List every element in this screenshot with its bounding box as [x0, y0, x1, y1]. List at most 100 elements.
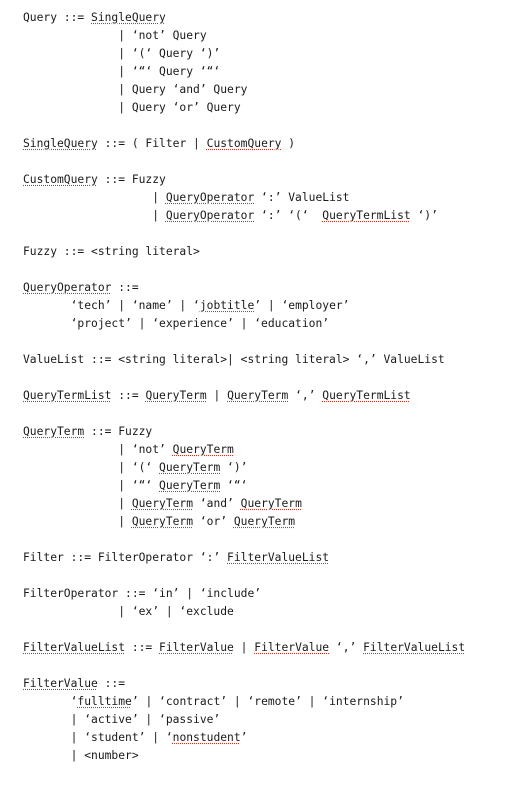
grammar-text: Filter ::= FilterOperator ‘:’ — [23, 551, 228, 564]
grammar-text: | ‘(‘ — [23, 461, 160, 474]
spellcheck-word: CustomQuery — [206, 137, 282, 150]
grammar-text: | — [23, 191, 166, 204]
grammar-line: | QueryOperator ‘:’ ValueList — [23, 189, 465, 207]
grammar-line: FilterValueList ::= FilterValue | Filter… — [23, 639, 465, 657]
grammar-text: | — [23, 515, 132, 528]
grammar-line: ‘project’ | ‘experience’ | ‘education’ — [23, 315, 465, 333]
grammar-line: | ‘not’ QueryTerm — [23, 441, 465, 459]
grammar-text: | — [23, 209, 166, 222]
grammar-text: Fuzzy ::= <string literal> — [23, 245, 200, 258]
spellcheck-word: QueryTerm — [131, 515, 194, 528]
grammar-text: ‘or’ — [193, 515, 234, 528]
grammar-line: ‘tech’ | ‘name’ | ‘jobtitle’ | ‘employer… — [23, 297, 465, 315]
spellcheck-word: nonstudent — [172, 731, 241, 744]
grammar-line: | ‘(‘ Query ‘)’ — [23, 45, 465, 63]
spellcheck-word: QueryOperator — [165, 209, 255, 222]
grammar-line: Query ::= SingleQuery — [23, 9, 465, 27]
grammar-text: ‘and’ — [193, 497, 241, 510]
grammar-line: | ‘(‘ QueryTerm ‘)’ — [23, 459, 465, 477]
grammar-text: | ‘“‘ — [23, 479, 160, 492]
grammar-text: | ‘“‘ Query ‘“‘ — [23, 65, 221, 78]
spellcheck-word: QueryTerm — [131, 497, 194, 510]
grammar-line: | ‘active’ | ‘passive’ — [23, 711, 465, 729]
grammar-line: ‘fulltime’ | ‘contract’ | ‘remote’ | ‘in… — [23, 693, 465, 711]
grammar-line: QueryTermList ::= QueryTerm | QueryTerm … — [23, 387, 465, 405]
spellcheck-word: FilterValueList — [363, 641, 466, 654]
spellcheck-word: SingleQuery — [91, 11, 166, 24]
spellcheck-word: FilterValueList — [23, 641, 126, 654]
grammar-line: | Query ‘or’ Query — [23, 99, 465, 117]
grammar-line: Filter ::= FilterOperator ‘:’ FilterValu… — [23, 549, 465, 567]
spellcheck-word: QueryTerm — [227, 389, 289, 402]
grammar-text: | ‘not’ Query — [23, 29, 207, 42]
grammar-line: | Query ‘and’ Query — [23, 81, 465, 99]
grammar-text: ‘tech’ | ‘name’ | ‘ — [23, 299, 200, 312]
grammar-text: ::= ( Filter | — [97, 137, 207, 150]
grammar-text: ::= — [97, 677, 126, 690]
spellcheck-word: QueryTermList — [322, 209, 411, 222]
grammar-text: ’ — [240, 731, 248, 744]
grammar-text: ::= Fuzzy — [84, 425, 153, 438]
spellcheck-word: QueryTerm — [240, 497, 302, 510]
grammar-line: Fuzzy ::= <string literal> — [23, 243, 465, 261]
grammar-line: | QueryTerm ‘or’ QueryTerm — [23, 513, 465, 531]
spellcheck-word: QueryTerm — [145, 389, 207, 402]
spellcheck-word: QueryTerm — [23, 425, 85, 438]
grammar-text: Query ::= — [23, 11, 92, 24]
spellcheck-word: jobtitle — [199, 299, 255, 312]
grammar-document: Query ::= SingleQuery | ‘not’ Query | ‘(… — [23, 9, 465, 765]
grammar-text: | <number> — [23, 749, 139, 762]
grammar-text: | ‘student’ | ‘ — [23, 731, 173, 744]
grammar-text: ‘“‘ — [220, 479, 248, 492]
grammar-line: QueryTerm ::= Fuzzy — [23, 423, 465, 441]
spellcheck-word: QueryTerm — [159, 461, 221, 474]
grammar-text: ‘)’ — [220, 461, 248, 474]
spellcheck-word: QueryTerm — [233, 515, 296, 528]
grammar-text: FilterOperator ::= ‘in’ | ‘include’ — [23, 587, 262, 600]
grammar-line: | QueryTerm ‘and’ QueryTerm — [23, 495, 465, 513]
spellcheck-word: QueryOperator — [165, 191, 255, 204]
spellcheck-word: FilterValueList — [227, 551, 330, 564]
grammar-line: FilterValue ::= — [23, 675, 465, 693]
grammar-line: | <number> — [23, 747, 465, 765]
grammar-text: ’ | ‘contract’ | ‘remote’ | ‘internship’ — [131, 695, 404, 708]
spellcheck-word: QueryTermList — [23, 389, 112, 402]
grammar-text: | ‘ex’ | ‘exclude — [23, 605, 234, 618]
grammar-text: | — [23, 497, 132, 510]
grammar-text: ‘project’ | ‘experience’ | ‘education’ — [23, 317, 330, 330]
grammar-text: | ‘active’ | ‘passive’ — [23, 713, 221, 726]
grammar-text: ::= Fuzzy — [97, 173, 166, 186]
grammar-text: ::= — [111, 389, 146, 402]
spellcheck-word: FilterValue — [254, 641, 330, 654]
spellcheck-word: QueryTerm — [159, 479, 221, 492]
spellcheck-word: SingleQuery — [23, 137, 98, 150]
grammar-text: ) — [281, 137, 296, 150]
spellcheck-word: FilterValue — [159, 641, 234, 654]
grammar-text: ::= — [125, 641, 160, 654]
grammar-text: ’ | ‘employer’ — [254, 299, 350, 312]
spellcheck-word: QueryOperator — [23, 281, 112, 294]
grammar-line: CustomQuery ::= Fuzzy — [23, 171, 465, 189]
grammar-line: | ‘“‘ QueryTerm ‘“‘ — [23, 477, 465, 495]
spellcheck-word: QueryTermList — [322, 389, 411, 402]
grammar-line: | ‘ex’ | ‘exclude — [23, 603, 465, 621]
grammar-text: | ‘(‘ Query ‘)’ — [23, 47, 221, 60]
grammar-text: | — [206, 389, 228, 402]
grammar-line: SingleQuery ::= ( Filter | CustomQuery ) — [23, 135, 465, 153]
spellcheck-word: fulltime — [77, 695, 132, 708]
grammar-text: ‘,’ — [288, 389, 323, 402]
grammar-line: | ‘“‘ Query ‘“‘ — [23, 63, 465, 81]
grammar-line: | ‘not’ Query — [23, 27, 465, 45]
grammar-text: | Query ‘or’ Query — [23, 101, 241, 114]
grammar-line: FilterOperator ::= ‘in’ | ‘include’ — [23, 585, 465, 603]
grammar-text: | — [233, 641, 255, 654]
